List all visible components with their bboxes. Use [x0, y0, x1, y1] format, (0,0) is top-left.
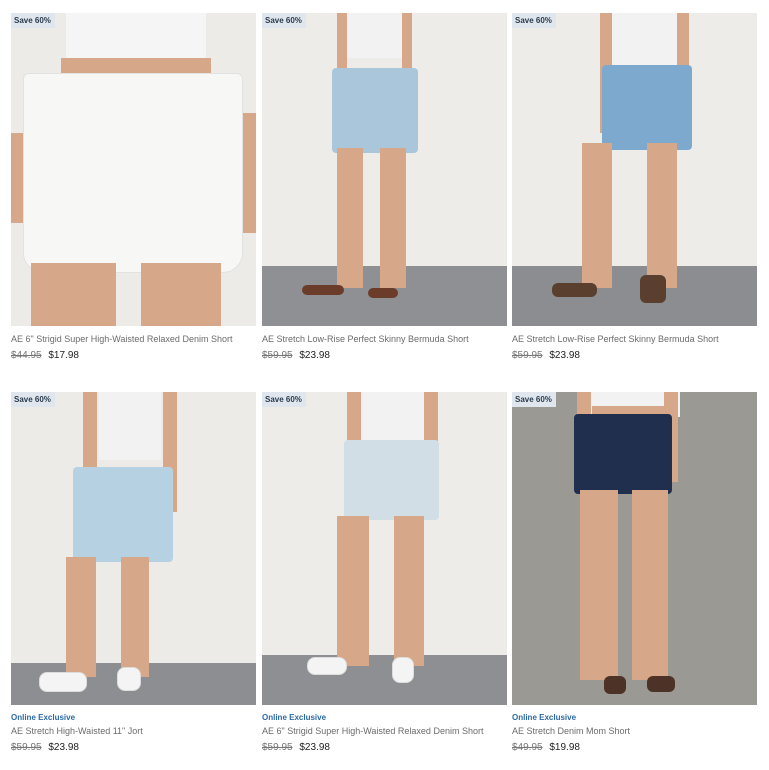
product-name[interactable]: AE Stretch Denim Mom Short — [512, 726, 757, 736]
price: $44.95 $17.98 — [11, 350, 256, 361]
product-name[interactable]: AE 6" Strigid Super High-Waisted Relaxed… — [11, 334, 256, 344]
product-name[interactable]: AE Stretch Low-Rise Perfect Skinny Bermu… — [262, 334, 507, 344]
product-image[interactable]: Save 60% — [262, 13, 507, 326]
discount-badge: Save 60% — [512, 392, 556, 407]
product-image[interactable]: Save 60% — [262, 392, 507, 705]
product-name[interactable]: AE 6" Strigid Super High-Waisted Relaxed… — [262, 726, 507, 736]
product-image[interactable]: Save 60% — [11, 392, 256, 705]
exclusive-label: Online Exclusive — [512, 713, 577, 722]
product-name[interactable]: AE Stretch High-Waisted 11" Jort — [11, 726, 256, 736]
sale-price: $19.98 — [549, 742, 580, 753]
sale-price: $23.98 — [48, 742, 79, 753]
exclusive-label: Online Exclusive — [262, 713, 327, 722]
sale-price: $17.98 — [48, 350, 79, 361]
product-card[interactable]: Save 60% Online Exclusive AE 6" Strigid … — [262, 392, 507, 753]
original-price: $59.95 — [11, 742, 42, 753]
discount-badge: Save 60% — [262, 13, 306, 28]
product-card[interactable]: Save 60% AE Stretch Low-Rise Perfect Ski… — [262, 13, 507, 361]
price: $59.95 $23.98 — [262, 742, 507, 753]
product-image[interactable]: Save 60% — [512, 13, 757, 326]
original-price: $59.95 — [512, 350, 543, 361]
original-price: $59.95 — [262, 350, 293, 361]
exclusive-label: Online Exclusive — [11, 713, 76, 722]
product-image[interactable]: Save 60% — [512, 392, 757, 705]
price: $49.95 $19.98 — [512, 742, 757, 753]
product-name[interactable]: AE Stretch Low-Rise Perfect Skinny Bermu… — [512, 334, 757, 344]
discount-badge: Save 60% — [262, 392, 306, 407]
original-price: $44.95 — [11, 350, 42, 361]
discount-badge: Save 60% — [11, 392, 55, 407]
discount-badge: Save 60% — [512, 13, 556, 28]
price: $59.95 $23.98 — [11, 742, 256, 753]
product-card[interactable]: Save 60% Online Exclusive AE Stretch Den… — [512, 392, 757, 753]
discount-badge: Save 60% — [11, 13, 55, 28]
original-price: $59.95 — [262, 742, 293, 753]
sale-price: $23.98 — [549, 350, 580, 361]
product-image[interactable]: Save 60% — [11, 13, 256, 326]
price: $59.95 $23.98 — [262, 350, 507, 361]
product-card[interactable]: Save 60% AE Stretch Low-Rise Perfect Ski… — [512, 13, 757, 361]
product-card[interactable]: Save 60% Online Exclusive AE Stretch Hig… — [11, 392, 256, 753]
sale-price: $23.98 — [299, 742, 330, 753]
price: $59.95 $23.98 — [512, 350, 757, 361]
sale-price: $23.98 — [299, 350, 330, 361]
product-card[interactable]: Save 60% AE 6" Strigid Super High-Waiste… — [11, 13, 256, 361]
original-price: $49.95 — [512, 742, 543, 753]
